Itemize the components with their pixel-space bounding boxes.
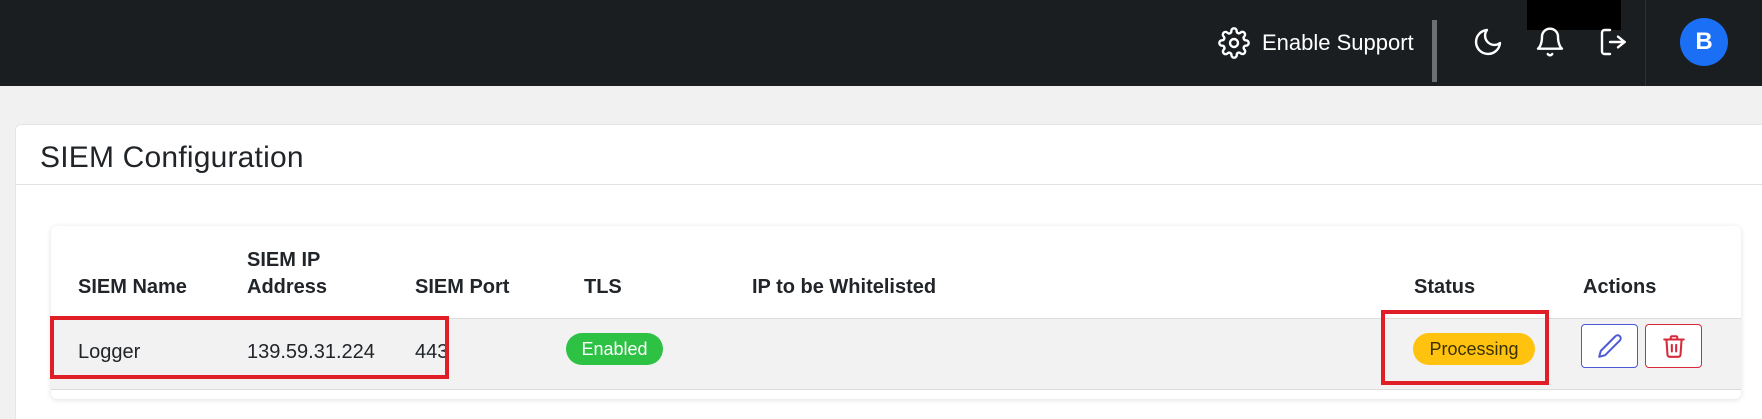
logout-button[interactable] <box>1594 22 1634 62</box>
enable-support-button[interactable]: Enable Support <box>1218 22 1414 64</box>
edit-button[interactable] <box>1581 324 1638 368</box>
delete-button[interactable] <box>1645 324 1702 368</box>
tls-enabled-badge: Enabled <box>566 333 663 365</box>
header-siem-name: SIEM Name <box>78 276 187 298</box>
highlight-box-row-details <box>50 316 449 379</box>
logout-icon <box>1600 28 1626 56</box>
card-header-divider <box>16 184 1762 185</box>
highlight-box-status <box>1381 310 1549 385</box>
header-actions: Actions <box>1583 276 1657 298</box>
trash-icon <box>1662 335 1685 358</box>
navbar-thin-divider <box>1645 0 1646 86</box>
user-avatar[interactable]: B <box>1680 18 1728 66</box>
gear-icon <box>1218 27 1250 59</box>
header-siem-ip-line2: Address <box>247 276 328 298</box>
theme-toggle-button[interactable] <box>1468 22 1508 62</box>
moon-icon <box>1474 28 1502 56</box>
pencil-icon <box>1597 334 1622 358</box>
header-siem-ip: SIEM IP Address <box>247 247 327 301</box>
navbar-divider <box>1432 20 1437 82</box>
avatar-initial: B <box>1695 28 1713 55</box>
header-ip-whitelisted: IP to be Whitelisted <box>752 276 937 298</box>
top-navbar: Enable Support B <box>0 0 1762 86</box>
page-title: SIEM Configuration <box>40 141 304 174</box>
header-siem-port: SIEM Port <box>415 276 510 298</box>
enable-support-label: Enable Support <box>1262 30 1414 55</box>
header-tls: TLS <box>584 276 622 298</box>
notifications-button[interactable] <box>1530 22 1570 62</box>
bell-icon <box>1536 27 1564 57</box>
header-siem-ip-line1: SIEM IP <box>247 249 321 271</box>
header-status: Status <box>1414 276 1476 298</box>
